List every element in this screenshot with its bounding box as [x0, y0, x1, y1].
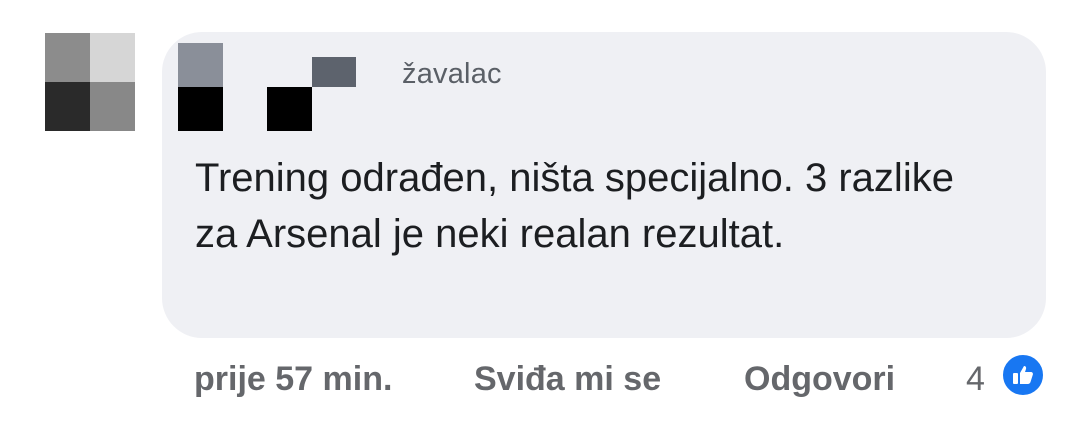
blurred-name-block: [267, 87, 312, 131]
comment-text: Trening odrađen, ništa specijalno. 3 raz…: [195, 156, 954, 256]
comment-actions: prije 57 min. Sviđa mi se Odgovori 4: [0, 360, 1080, 408]
comment-author[interactable]: žavalac: [402, 58, 502, 91]
blurred-name-block: [178, 43, 223, 87]
comment-item: žavalac Trening odrađen, ništa specijaln…: [0, 0, 1080, 423]
like-button[interactable]: Sviđa mi se: [474, 360, 661, 399]
blurred-name-block: [312, 57, 356, 87]
blurred-name-block: [178, 87, 223, 131]
like-thumbs-up-icon[interactable]: [1000, 352, 1046, 398]
avatar[interactable]: [45, 33, 135, 131]
reaction-count[interactable]: 4: [966, 360, 985, 399]
timestamp[interactable]: prije 57 min.: [194, 360, 392, 399]
reply-button[interactable]: Odgovori: [744, 360, 895, 399]
